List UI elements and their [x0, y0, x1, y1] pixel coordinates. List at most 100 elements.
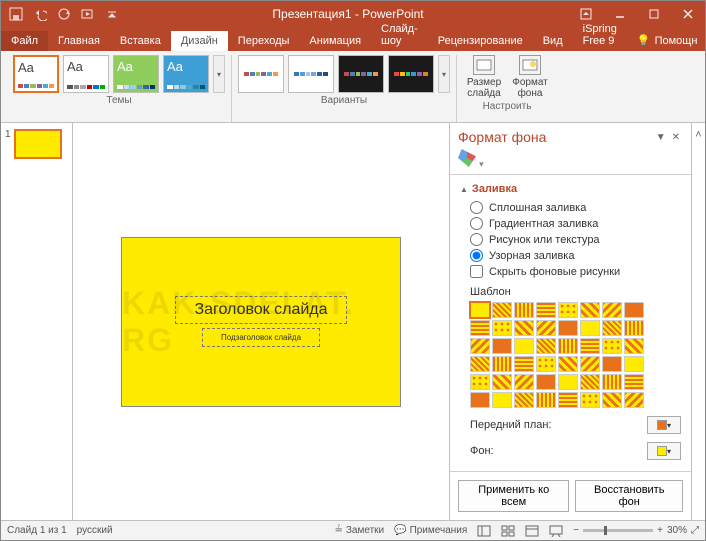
- pattern-swatch[interactable]: [558, 374, 578, 390]
- format-background-button[interactable]: Формат фона: [509, 55, 551, 99]
- pattern-swatch[interactable]: [624, 356, 644, 372]
- redo-icon[interactable]: [53, 3, 75, 25]
- theme-4[interactable]: Aa: [163, 55, 209, 93]
- save-icon[interactable]: [5, 3, 27, 25]
- view-normal-icon[interactable]: [477, 525, 491, 537]
- pattern-swatch[interactable]: [580, 338, 600, 354]
- apply-to-all-button[interactable]: Применить ко всем: [458, 480, 569, 512]
- pattern-swatch[interactable]: [580, 392, 600, 408]
- status-language[interactable]: русский: [77, 525, 113, 536]
- tab-insert[interactable]: Вставка: [110, 31, 171, 51]
- theme-3[interactable]: Aa: [113, 55, 159, 93]
- pattern-swatch[interactable]: [514, 392, 534, 408]
- tab-file[interactable]: Файл: [1, 31, 48, 51]
- view-slideshow-icon[interactable]: [549, 525, 563, 537]
- pattern-swatch[interactable]: [558, 392, 578, 408]
- opt-solid-fill[interactable]: Сплошная заливка: [470, 201, 681, 214]
- tab-transitions[interactable]: Переходы: [228, 31, 300, 51]
- pattern-swatch[interactable]: [492, 302, 512, 318]
- pattern-swatch[interactable]: [602, 374, 622, 390]
- opt-pattern-fill[interactable]: Узорная заливка: [470, 249, 681, 262]
- theme-office[interactable]: Aa: [13, 55, 59, 93]
- pattern-swatch[interactable]: [580, 320, 600, 336]
- pattern-swatch[interactable]: [536, 374, 556, 390]
- pattern-swatch[interactable]: [558, 302, 578, 318]
- pattern-swatch[interactable]: [536, 320, 556, 336]
- variant-1[interactable]: [238, 55, 284, 93]
- pattern-swatch[interactable]: [558, 356, 578, 372]
- background-color-button[interactable]: ▾: [647, 442, 681, 460]
- pattern-swatch[interactable]: [514, 356, 534, 372]
- pattern-swatch[interactable]: [492, 392, 512, 408]
- comments-button[interactable]: 💬 Примечания: [394, 525, 467, 536]
- tab-review[interactable]: Рецензирование: [428, 31, 533, 51]
- opt-gradient-fill[interactable]: Градиентная заливка: [470, 217, 681, 230]
- maximize-icon[interactable]: [637, 1, 671, 27]
- notes-button[interactable]: ≟ Заметки: [334, 525, 384, 536]
- pattern-swatch[interactable]: [470, 320, 490, 336]
- pane-close-icon[interactable]: ✕: [669, 132, 683, 143]
- tab-animations[interactable]: Анимация: [299, 31, 371, 51]
- zoom-control[interactable]: − + 30% ⤢: [573, 525, 699, 536]
- theme-2[interactable]: Aa: [63, 55, 109, 93]
- pattern-swatch[interactable]: [624, 374, 644, 390]
- variant-3[interactable]: [338, 55, 384, 93]
- pattern-swatch[interactable]: [602, 356, 622, 372]
- pattern-swatch[interactable]: [492, 356, 512, 372]
- tab-home[interactable]: Главная: [48, 31, 110, 51]
- variant-2[interactable]: [288, 55, 334, 93]
- undo-icon[interactable]: [29, 3, 51, 25]
- pattern-swatch[interactable]: [514, 338, 534, 354]
- pattern-swatch[interactable]: [492, 374, 512, 390]
- section-fill[interactable]: ▲Заливка: [460, 183, 681, 195]
- opt-hide-graphics[interactable]: Скрыть фоновые рисунки: [470, 265, 681, 278]
- view-reading-icon[interactable]: [525, 525, 539, 537]
- slide-size-button[interactable]: Размер слайда: [463, 55, 505, 99]
- variant-4[interactable]: [388, 55, 434, 93]
- pattern-swatch[interactable]: [558, 320, 578, 336]
- pattern-swatch[interactable]: [514, 320, 534, 336]
- themes-more-icon[interactable]: ▾: [213, 55, 225, 93]
- zoom-slider[interactable]: [583, 529, 653, 532]
- pattern-swatch[interactable]: [470, 392, 490, 408]
- pattern-swatch[interactable]: [580, 302, 600, 318]
- pattern-swatch[interactable]: [558, 338, 578, 354]
- pattern-swatch[interactable]: [602, 392, 622, 408]
- view-sorter-icon[interactable]: [501, 525, 515, 537]
- qat-more-icon[interactable]: [101, 3, 123, 25]
- pattern-swatch[interactable]: [624, 320, 644, 336]
- tab-design[interactable]: Дизайн: [171, 31, 228, 51]
- pane-options-icon[interactable]: ▼: [653, 132, 669, 143]
- pattern-swatch[interactable]: [492, 338, 512, 354]
- opt-picture-fill[interactable]: Рисунок или текстура: [470, 233, 681, 246]
- variants-more-icon[interactable]: ▾: [438, 55, 450, 93]
- fit-to-window-icon[interactable]: ⤢: [691, 525, 699, 536]
- pattern-swatch[interactable]: [536, 338, 556, 354]
- pattern-swatch[interactable]: [492, 320, 512, 336]
- fill-bucket-icon[interactable]: [458, 149, 476, 167]
- pattern-swatch[interactable]: [624, 338, 644, 354]
- tab-view[interactable]: Вид: [533, 31, 573, 51]
- pattern-swatch[interactable]: [514, 302, 534, 318]
- tab-slideshow[interactable]: Слайд-шоу: [371, 19, 428, 51]
- zoom-in-icon[interactable]: +: [657, 525, 663, 536]
- pattern-swatch[interactable]: [580, 374, 600, 390]
- pattern-swatch[interactable]: [470, 338, 490, 354]
- pattern-swatch[interactable]: [602, 338, 622, 354]
- pattern-swatch[interactable]: [624, 302, 644, 318]
- pattern-swatch[interactable]: [470, 356, 490, 372]
- foreground-color-button[interactable]: ▾: [647, 416, 681, 434]
- ribbon-options-icon[interactable]: [569, 1, 603, 27]
- pattern-swatch[interactable]: [536, 356, 556, 372]
- close-icon[interactable]: [671, 1, 705, 27]
- pattern-swatch[interactable]: [602, 302, 622, 318]
- tell-me[interactable]: 💡Помощн: [627, 30, 706, 51]
- collapse-pane-icon[interactable]: ˄: [691, 123, 705, 520]
- pattern-swatch[interactable]: [470, 302, 490, 318]
- pattern-swatch[interactable]: [514, 374, 534, 390]
- pattern-swatch[interactable]: [536, 302, 556, 318]
- slide-canvas[interactable]: KAK-SDELAT. RG Заголовок слайда Подзагол…: [73, 123, 449, 520]
- thumbnail-1[interactable]: 1: [5, 129, 68, 159]
- pattern-swatch[interactable]: [602, 320, 622, 336]
- zoom-out-icon[interactable]: −: [573, 525, 579, 536]
